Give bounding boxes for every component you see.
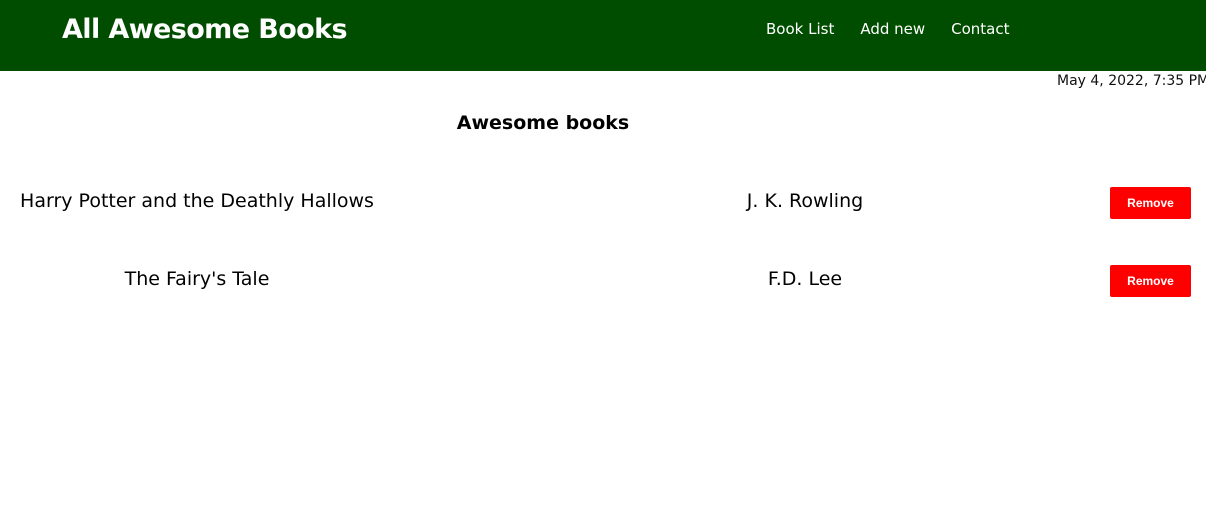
book-row: The Fairy's Tale F.D. Lee Remove bbox=[0, 264, 1206, 298]
nav-add-new[interactable]: Add new bbox=[860, 20, 925, 38]
brand-logo: All Awesome Books bbox=[62, 14, 348, 45]
nav-contact[interactable]: Contact bbox=[951, 20, 1009, 38]
book-author: J. K. Rowling bbox=[746, 190, 864, 212]
page-title: Awesome books bbox=[456, 112, 630, 134]
book-row: Harry Potter and the Deathly Hallows J. … bbox=[0, 186, 1206, 220]
book-title: The Fairy's Tale bbox=[124, 268, 270, 290]
remove-button[interactable]: Remove bbox=[1110, 187, 1191, 219]
book-title: Harry Potter and the Deathly Hallows bbox=[20, 190, 374, 212]
remove-button[interactable]: Remove bbox=[1110, 265, 1191, 297]
book-author: F.D. Lee bbox=[767, 268, 843, 290]
nav-links: Book List Add new Contact bbox=[766, 20, 1010, 38]
nav-book-list[interactable]: Book List bbox=[766, 20, 834, 38]
navbar: All Awesome Books Book List Add new Cont… bbox=[0, 0, 1206, 71]
date-time: May 4, 2022, 7:35 PM bbox=[1057, 73, 1206, 89]
